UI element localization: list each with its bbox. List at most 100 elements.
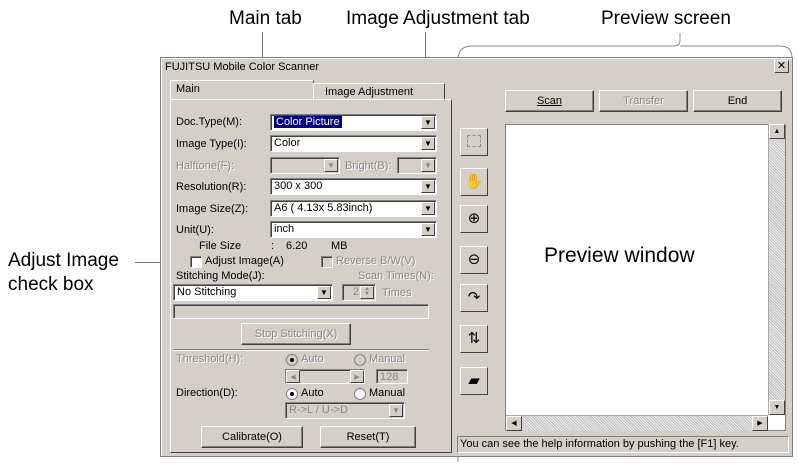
threshold-slider[interactable]: ◀ ▶ (285, 369, 365, 384)
doc-type-label: Doc.Type(M): (176, 116, 243, 128)
resolution-value: 300 x 300 (274, 180, 323, 192)
image-type-label: Image Type(I): (176, 138, 247, 150)
chevron-right-icon[interactable]: ▶ (350, 370, 364, 383)
chevron-down-icon[interactable]: ▼ (421, 137, 435, 150)
tab-main-label: Main (176, 83, 200, 95)
direction-select[interactable]: R->L / U->D ▼ (285, 402, 405, 419)
threshold-auto-label: Auto (301, 353, 324, 365)
preview-window-caption: Preview window (544, 244, 695, 267)
threshold-label: Threshold(H): (176, 353, 244, 365)
times-label: Times (382, 287, 412, 299)
select-icon[interactable] (460, 128, 488, 156)
chevron-down-icon[interactable]: ▼ (324, 159, 338, 172)
scan-times-stepper[interactable]: 2 ▲ ▼ (342, 284, 376, 301)
stitching-mode-label: Stitching Mode(J): (176, 270, 265, 282)
threshold-auto-radio[interactable] (286, 354, 298, 366)
stitching-mode-select[interactable]: No Stitching ▼ (173, 284, 333, 301)
transfer-label: Transfer (623, 95, 664, 107)
halftone-label: Halftone(F): (176, 160, 235, 172)
reverse-bw-label: Reverse B/W(V) (336, 255, 416, 267)
horizontal-scrollbar[interactable]: ◀ ▶ (506, 415, 768, 431)
direction-auto-label: Auto (301, 387, 324, 399)
calibrate-label: Calibrate(O) (222, 431, 282, 443)
threshold-manual-radio[interactable] (354, 354, 366, 366)
threshold-manual-label: Manual (369, 353, 406, 365)
vertical-scrollbar[interactable]: ▲ ▼ (768, 124, 785, 415)
rotate-icon[interactable]: ↷ (460, 284, 488, 312)
halftone-select[interactable]: ▼ (270, 157, 340, 174)
file-size-unit: MB (331, 240, 348, 252)
bright-label: Bright(B): (345, 160, 392, 172)
chevron-left-icon[interactable]: ◀ (286, 370, 300, 383)
image-type-value: Color (274, 137, 301, 149)
end-button[interactable]: End (693, 90, 782, 112)
chevron-down-icon[interactable]: ▼ (769, 400, 785, 415)
reset-button[interactable]: Reset(T) (320, 426, 416, 448)
resolution-select[interactable]: 300 x 300 ▼ (270, 178, 437, 195)
file-size-value: 6.20 (286, 240, 308, 252)
reset-label: Reset(T) (346, 431, 390, 443)
scan-times-label: Scan Times(N): (358, 270, 434, 282)
close-icon[interactable]: ✕ (774, 60, 789, 73)
hand-icon[interactable]: ✋ (460, 168, 488, 196)
direction-manual-radio[interactable] (354, 388, 366, 400)
adjust-image-label: Adjust Image(A) (205, 255, 284, 267)
unit-select[interactable]: inch ▼ (270, 221, 437, 238)
tab-image-adjustment-label: Image Adjustment (325, 86, 414, 98)
doc-type-select[interactable]: Color Picture ▼ (270, 114, 437, 131)
window-title: FUJITSU Mobile Color Scanner (162, 59, 791, 76)
stitching-mode-value: No Stitching (177, 286, 237, 298)
direction-label: Direction(D): (176, 387, 238, 399)
chevron-right-icon[interactable]: ▶ (752, 416, 768, 431)
zoom-out-icon[interactable]: ⊖ (460, 246, 488, 274)
file-size-colon: : (271, 240, 275, 252)
stop-stitching-button[interactable]: Stop Stitching(X) (241, 323, 351, 345)
adjust-image-checkbox[interactable] (190, 256, 202, 268)
unit-value: inch (274, 223, 295, 235)
callout-image-adjustment-tab: Image Adjustment tab (346, 8, 530, 29)
flip-icon[interactable]: ⇅ (460, 325, 488, 353)
chevron-down-icon[interactable]: ▼ (421, 223, 435, 236)
scan-label: Scan (536, 95, 563, 107)
doc-type-value: Color Picture (274, 116, 342, 128)
book-icon[interactable]: ▰ (460, 367, 488, 395)
chevron-down-icon[interactable]: ▼ (421, 159, 435, 172)
chevron-down-icon[interactable]: ▼ (421, 116, 435, 129)
resolution-label: Resolution(R): (176, 181, 247, 193)
stepper-icon[interactable]: ▲ ▼ (360, 286, 374, 299)
chevron-down-icon[interactable]: ▼ (421, 180, 435, 193)
unit-label: Unit(U): (176, 224, 214, 236)
chevron-down-icon[interactable]: ▼ (317, 286, 331, 299)
direction-auto-radio[interactable] (286, 388, 298, 400)
direction-value: R->L / U->D (289, 404, 348, 416)
image-size-label: Image Size(Z): (176, 203, 249, 215)
status-text: You can see the help information by push… (460, 438, 739, 450)
divider (173, 349, 429, 351)
threshold-value: 128 (380, 371, 399, 383)
chevron-left-icon[interactable]: ◀ (506, 416, 522, 431)
preview-window[interactable] (505, 124, 786, 431)
transfer-button[interactable]: Transfer (599, 90, 688, 112)
zoom-in-icon[interactable]: ⊕ (460, 205, 488, 233)
status-bar: You can see the help information by push… (457, 436, 789, 453)
image-size-value: A6 ( 4.13x 5.83inch) (274, 202, 373, 214)
image-type-select[interactable]: Color ▼ (270, 135, 437, 152)
chevron-down-icon[interactable]: ▼ (421, 202, 435, 215)
chevron-up-icon[interactable]: ▲ (769, 124, 785, 139)
callout-preview-screen: Preview screen (601, 8, 731, 29)
threshold-value-field[interactable]: 128 (376, 369, 408, 384)
scan-button[interactable]: Scan (505, 90, 594, 112)
bright-select[interactable]: ▼ (397, 157, 437, 174)
stop-stitching-label: Stop Stitching(X) (254, 328, 338, 340)
calibrate-button[interactable]: Calibrate(O) (201, 426, 303, 448)
tab-main[interactable]: Main (170, 80, 314, 100)
end-label: End (727, 95, 748, 107)
reverse-bw-checkbox[interactable] (321, 256, 333, 268)
chevron-down-icon[interactable]: ▼ (389, 404, 403, 417)
direction-manual-label: Manual (369, 387, 406, 399)
callout-main-tab: Main tab (229, 8, 302, 29)
file-size-label: File Size (199, 240, 242, 252)
stitching-progress-bar (173, 304, 429, 319)
scan-times-value: 2 (352, 286, 359, 298)
image-size-select[interactable]: A6 ( 4.13x 5.83inch) ▼ (270, 200, 437, 217)
